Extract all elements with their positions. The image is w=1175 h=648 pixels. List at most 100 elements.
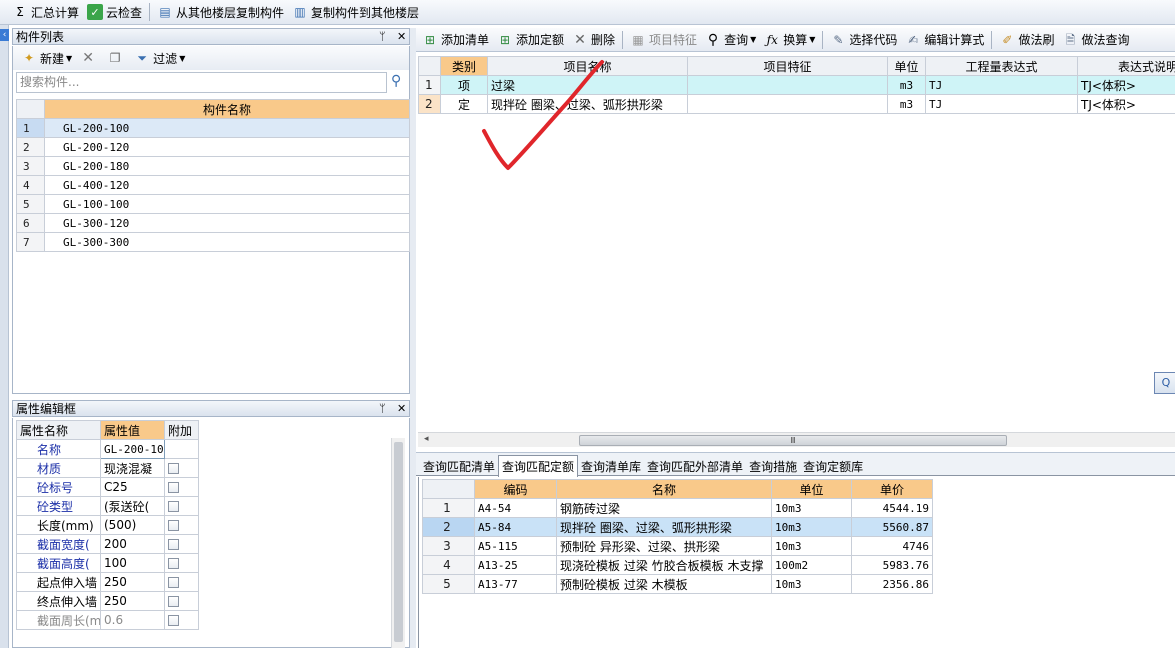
table-row[interactable]: 5 A13-77 预制砼模板 过梁 木模板 10m3 2356.86 — [422, 574, 933, 594]
property-row[interactable]: 截面宽度(200 — [16, 534, 199, 554]
property-value-cell[interactable]: 200 — [100, 534, 165, 554]
component-name-cell[interactable]: GL-400-120 — [44, 175, 410, 195]
add-list-button[interactable]: ⊞ 添加清单 — [418, 29, 493, 51]
property-row[interactable]: 终点伸入墙 250 — [16, 591, 199, 611]
extra-checkbox[interactable] — [168, 463, 179, 474]
name-cell[interactable]: 预制砼模板 过梁 木模板 — [556, 574, 772, 594]
unit-cell[interactable]: 100m2 — [771, 555, 852, 575]
table-row[interactable]: 7 GL-300-300 — [16, 232, 410, 252]
table-row[interactable]: 1 GL-200-100 — [16, 118, 410, 138]
extra-checkbox[interactable] — [168, 520, 179, 531]
property-row[interactable]: 材质 现浇混凝 — [16, 458, 199, 478]
price-cell[interactable]: 2356.86 — [851, 574, 933, 594]
name-cell[interactable]: 预制砼 异形梁、过梁、拱形梁 — [556, 536, 772, 556]
name-cell[interactable]: 现拌砼 圈梁、过梁、弧形拱形梁 — [556, 517, 772, 537]
copy-component-button[interactable]: ❐ — [103, 47, 130, 69]
scrollbar-thumb[interactable]: Ⅲ — [579, 435, 1007, 446]
panel-splitter[interactable] — [410, 28, 416, 648]
component-name-cell[interactable]: GL-300-120 — [44, 213, 410, 233]
property-row[interactable]: 截面高度(100 — [16, 553, 199, 573]
query-tab[interactable]: 查询匹配外部清单 — [644, 456, 746, 477]
property-value-cell[interactable]: 0.6 — [100, 610, 165, 630]
table-row[interactable]: 6 GL-300-120 — [16, 213, 410, 233]
property-value-cell[interactable]: C25 — [100, 477, 165, 497]
extra-checkbox[interactable] — [168, 539, 179, 550]
method-brush-button[interactable]: ✐ 做法刷 — [995, 29, 1058, 51]
property-row[interactable]: 长度(mm) (500) — [16, 515, 199, 535]
filter-button[interactable]: ⏷ 过滤 ▼ — [130, 47, 189, 69]
code-cell[interactable]: A4-54 — [474, 498, 557, 518]
extra-checkbox[interactable] — [168, 482, 179, 493]
property-row[interactable]: 名称 GL-200-10 — [16, 439, 199, 459]
item-feature-cell[interactable] — [687, 94, 888, 114]
component-name-cell[interactable]: GL-100-100 — [44, 194, 410, 214]
add-quota-button[interactable]: ⊞ 添加定额 — [493, 29, 568, 51]
expression-desc-cell[interactable]: TJ<体积> — [1077, 94, 1175, 114]
query-tab[interactable]: 查询措施 — [746, 456, 800, 477]
copy-from-floor-button[interactable]: ▤ 从其他楼层复制构件 — [153, 1, 288, 23]
method-query-button[interactable]: 🗎 做法查询 — [1058, 29, 1133, 51]
delete-button[interactable]: ✕ 删除 — [568, 29, 619, 51]
table-row[interactable]: 2 GL-200-120 — [16, 137, 410, 157]
price-cell[interactable]: 4746 — [851, 536, 933, 556]
extra-checkbox[interactable] — [168, 501, 179, 512]
property-row[interactable]: 截面周长(m 0.6 — [16, 610, 199, 630]
property-value-cell[interactable]: 250 — [100, 591, 165, 611]
convert-button[interactable]: ƒx 换算 ▼ — [760, 29, 819, 51]
side-query-button[interactable]: Q — [1154, 372, 1175, 394]
pin-icon[interactable]: ᛘ — [379, 29, 386, 44]
query-tab[interactable]: 查询定额库 — [800, 456, 866, 477]
new-component-button[interactable]: ✦ 新建 ▼ — [17, 47, 76, 69]
sum-calc-button[interactable]: Σ 汇总计算 — [8, 1, 83, 23]
close-icon[interactable]: ✕ — [397, 401, 406, 416]
copy-to-floor-button[interactable]: ▥ 复制构件到其他楼层 — [288, 1, 423, 23]
property-value-cell[interactable]: (泵送砼( — [100, 496, 165, 516]
expression-cell[interactable]: TJ — [925, 75, 1078, 95]
extra-checkbox[interactable] — [168, 596, 179, 607]
property-row[interactable]: 砼标号 C25 — [16, 477, 199, 497]
close-icon[interactable]: ✕ — [397, 29, 406, 44]
search-icon[interactable]: ⚲ — [391, 73, 401, 89]
component-name-cell[interactable]: GL-200-180 — [44, 156, 410, 176]
table-row[interactable]: 3 A5-115 预制砼 异形梁、过梁、拱形梁 10m3 4746 — [422, 536, 933, 556]
property-value-cell[interactable]: 100 — [100, 553, 165, 573]
unit-cell[interactable]: 10m3 — [771, 574, 852, 594]
cloud-check-button[interactable]: ✓ 云检查 — [83, 1, 146, 23]
select-code-button[interactable]: ✎ 选择代码 — [826, 29, 901, 51]
extra-checkbox[interactable] — [168, 615, 179, 626]
unit-cell[interactable]: 10m3 — [771, 536, 852, 556]
query-tab[interactable]: 查询匹配清单 — [420, 456, 498, 477]
scroll-left-arrow-icon[interactable]: ◂ — [424, 434, 429, 444]
query-button[interactable]: ⚲ 查询 ▼ — [701, 29, 760, 51]
unit-cell[interactable]: 10m3 — [771, 498, 852, 518]
scrollbar-thumb[interactable] — [394, 442, 403, 642]
property-scrollbar[interactable] — [391, 438, 405, 648]
unit-cell[interactable]: m3 — [887, 94, 926, 114]
query-tab[interactable]: 查询清单库 — [578, 456, 644, 477]
price-cell[interactable]: 5983.76 — [851, 555, 933, 575]
property-value-cell[interactable]: 250 — [100, 572, 165, 592]
price-cell[interactable]: 5560.87 — [851, 517, 933, 537]
table-row[interactable]: 1 A4-54 钢筋砖过梁 10m3 4544.19 — [422, 498, 933, 518]
property-value-cell[interactable]: 现浇混凝 — [100, 458, 165, 478]
expression-desc-cell[interactable]: TJ<体积> — [1077, 75, 1175, 95]
name-cell[interactable]: 现浇砼模板 过梁 竹胶合板模板 木支撑 — [556, 555, 772, 575]
code-cell[interactable]: A5-84 — [474, 517, 557, 537]
name-cell[interactable]: 钢筋砖过梁 — [556, 498, 772, 518]
component-name-cell[interactable]: GL-200-100 — [44, 118, 410, 138]
code-cell[interactable]: A13-77 — [474, 574, 557, 594]
code-cell[interactable]: A13-25 — [474, 555, 557, 575]
expression-cell[interactable]: TJ — [925, 94, 1078, 114]
component-name-cell[interactable]: GL-200-120 — [44, 137, 410, 157]
edit-formula-button[interactable]: ✍ 编辑计算式 — [901, 29, 988, 51]
component-name-cell[interactable]: GL-300-300 — [44, 232, 410, 252]
search-component-input[interactable]: 搜索构件... — [16, 72, 387, 93]
property-row[interactable]: 起点伸入墙 250 — [16, 572, 199, 592]
table-row[interactable]: 3 GL-200-180 — [16, 156, 410, 176]
unit-cell[interactable]: 10m3 — [771, 517, 852, 537]
pin-icon[interactable]: ᛘ — [379, 401, 386, 416]
property-value-cell[interactable]: GL-200-10 — [100, 439, 165, 459]
price-cell[interactable]: 4544.19 — [851, 498, 933, 518]
extra-checkbox[interactable] — [168, 577, 179, 588]
collapse-arrow-icon[interactable]: ‹ — [0, 29, 9, 41]
